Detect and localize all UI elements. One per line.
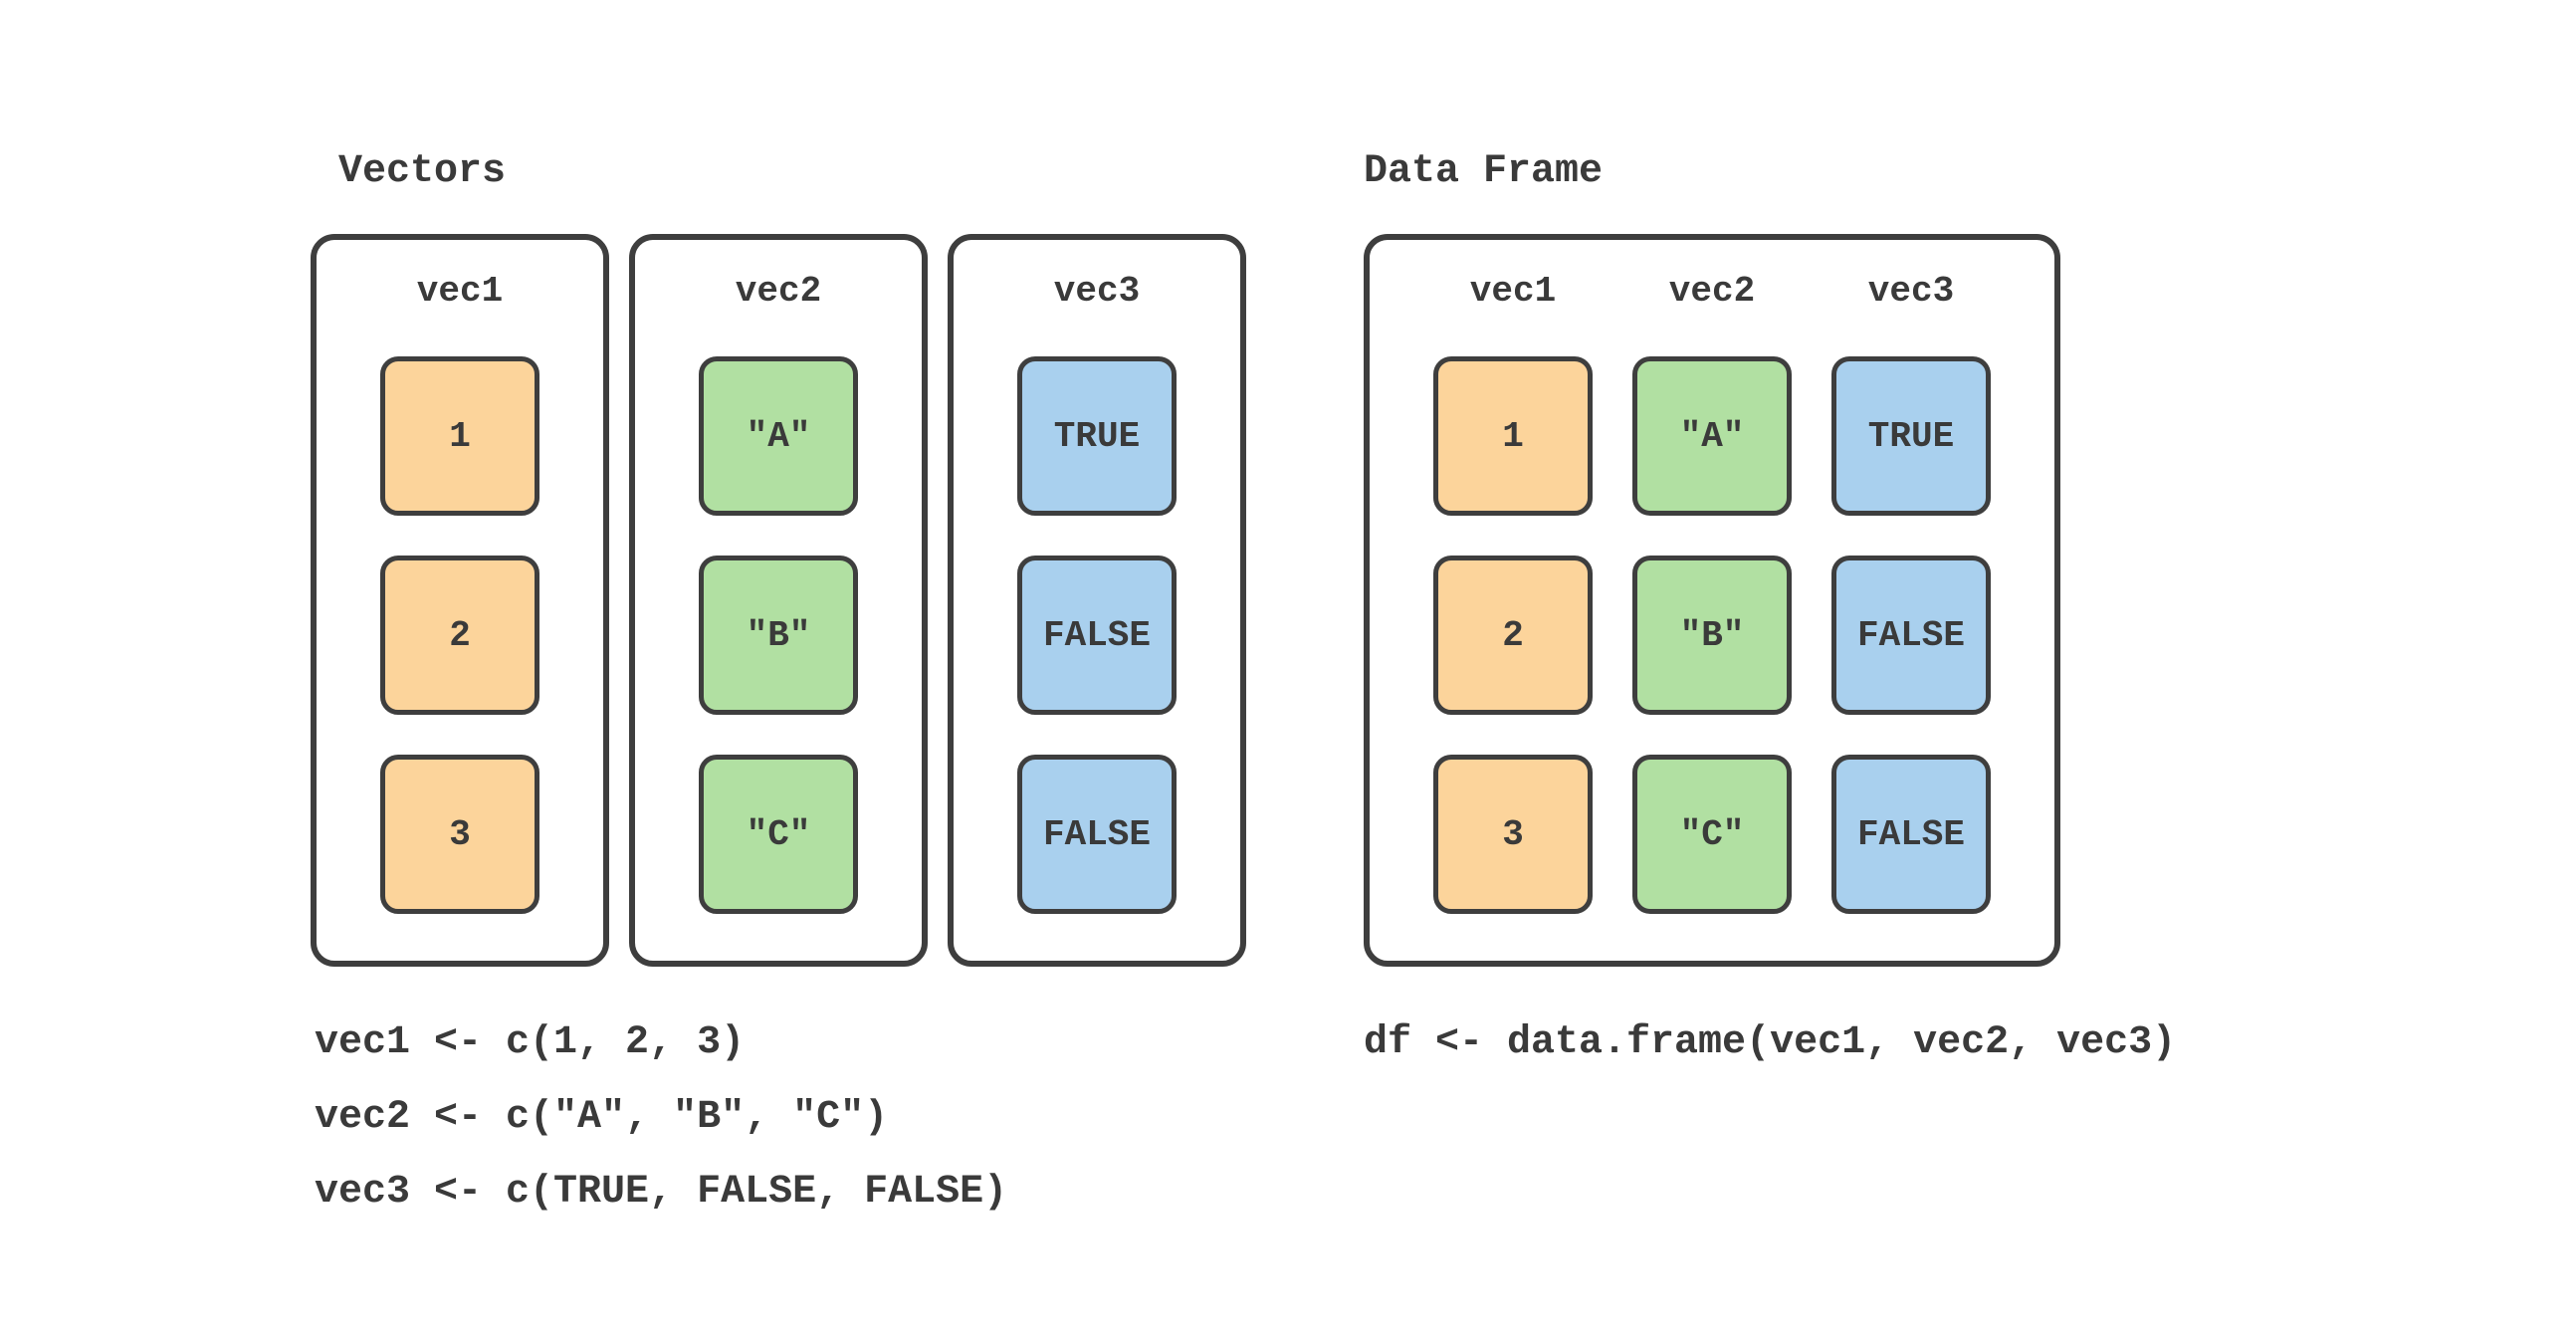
vec2-cell-1: "B" <box>699 556 858 715</box>
vec1-cell-0: 1 <box>380 356 539 516</box>
df-cell-2-1: "C" <box>1632 755 1792 914</box>
df-cell-0-2: TRUE <box>1831 356 1991 516</box>
vec1-cell-2: 3 <box>380 755 539 914</box>
df-cell-2-2: FALSE <box>1831 755 1991 914</box>
vec3-cell-1: FALSE <box>1017 556 1177 715</box>
dataframe-title: Data Frame <box>1364 149 1603 194</box>
df-cell-1-0: 2 <box>1433 556 1593 715</box>
vec1-header: vec1 <box>365 271 554 312</box>
df-header-2: vec3 <box>1817 271 2006 312</box>
vec3-cell-2: FALSE <box>1017 755 1177 914</box>
code-df: df <- data.frame(vec1, vec2, vec3) <box>1364 1020 2176 1065</box>
df-cell-0-1: "A" <box>1632 356 1792 516</box>
vec2-header: vec2 <box>684 271 873 312</box>
code-vec2: vec2 <- c("A", "B", "C") <box>315 1095 888 1140</box>
df-cell-2-0: 3 <box>1433 755 1593 914</box>
vec2-cell-0: "A" <box>699 356 858 516</box>
df-cell-0-0: 1 <box>1433 356 1593 516</box>
vectors-title: Vectors <box>338 149 506 194</box>
vec2-cell-2: "C" <box>699 755 858 914</box>
df-header-1: vec2 <box>1617 271 1807 312</box>
vec3-header: vec3 <box>1002 271 1191 312</box>
df-header-0: vec1 <box>1418 271 1608 312</box>
vec1-cell-1: 2 <box>380 556 539 715</box>
df-cell-1-1: "B" <box>1632 556 1792 715</box>
code-vec3: vec3 <- c(TRUE, FALSE, FALSE) <box>315 1170 1007 1215</box>
diagram-canvas: Vectors Data Frame vec1 1 2 3 vec2 "A" "… <box>0 0 2576 1338</box>
code-vec1: vec1 <- c(1, 2, 3) <box>315 1020 745 1065</box>
df-cell-1-2: FALSE <box>1831 556 1991 715</box>
vec3-cell-0: TRUE <box>1017 356 1177 516</box>
